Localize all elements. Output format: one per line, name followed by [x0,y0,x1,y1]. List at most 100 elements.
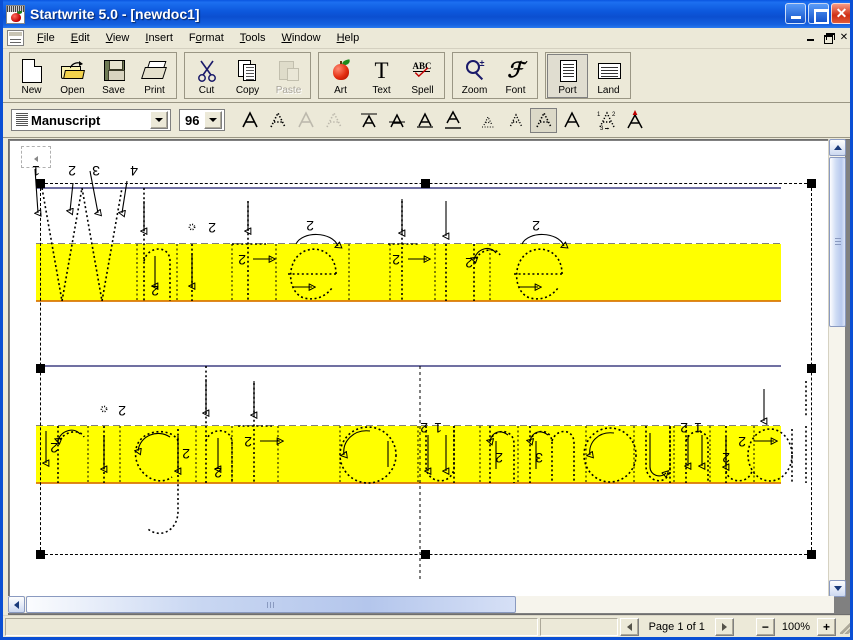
next-page-button[interactable] [714,617,734,636]
window-title: Startwrite 5.0 - [newdoc1] [30,6,200,22]
previous-page-icon [626,622,632,631]
baseline-button[interactable] [411,107,438,133]
font-size-dropdown-arrow[interactable] [204,111,222,129]
landscape-button[interactable]: Land [588,53,629,98]
letter-size-group [474,107,586,133]
resize-handle-top-left[interactable] [36,179,45,188]
letter-dotted-button[interactable] [264,107,291,133]
mdi-minimize-button[interactable] [802,30,818,45]
floppy-disk-icon [100,58,128,84]
resize-handle-top-center[interactable] [421,179,430,188]
stroke-numbers-button[interactable]: 1 2 3 [593,107,620,133]
menu-item-insert[interactable]: Insert [137,30,181,46]
mdi-restore-button[interactable] [819,30,835,45]
dotted-a-icon [269,111,286,128]
size-medium-button[interactable] [502,107,529,133]
toolbar-group-edit: Cut Copy Paste [184,52,311,99]
menu-item-edit[interactable]: Edit [63,30,98,46]
text-object-selection[interactable] [36,179,816,559]
resize-grip-icon[interactable] [840,619,850,634]
letter-gray-dotted-button[interactable] [320,107,347,133]
document-icon[interactable] [7,30,24,46]
svg-text:1: 1 [597,112,601,118]
save-button[interactable]: Save [93,53,134,98]
solid-a-icon [241,111,258,128]
minimize-button[interactable] [785,3,806,24]
scroll-up-button[interactable] [829,139,846,156]
text-button[interactable]: T Text [361,53,402,98]
art-button[interactable]: Art [320,53,361,98]
size-solid-button[interactable] [558,107,585,133]
scroll-left-button[interactable] [8,596,25,613]
size-small-button[interactable] [474,107,501,133]
font-family-dropdown-arrow[interactable] [150,111,168,129]
status-blank-panel [539,617,618,636]
zoom-button[interactable]: ± Zoom [454,53,495,98]
copy-button[interactable]: Copy [227,53,268,98]
spell-check-icon: ABC [409,58,437,84]
letter-gray-button[interactable] [292,107,319,133]
guideline-group [355,107,467,133]
font-size-value: 96 [185,112,200,128]
resize-handle-middle-right[interactable] [807,364,816,373]
zoom-out-button[interactable]: − [755,617,775,636]
document-viewport[interactable]: 1 2 3 4 2 2 2 2 2 2 2 2 2 2 2 2 2 1 2 3 … [8,139,850,615]
zoom-in-button[interactable]: + [817,617,836,636]
format-toolbar: Manuscript 96 1 2 3 [3,103,850,138]
font-button[interactable]: ℱ Font [495,53,536,98]
portrait-button[interactable]: Port [547,53,588,98]
toolbar-group-view: ± Zoom ℱ Font [452,52,538,99]
vertical-scrollbar[interactable] [828,139,846,597]
numbered-strokes-a-icon: 1 2 3 [597,111,616,131]
paste-button[interactable]: Paste [268,53,309,98]
descender-line-button[interactable] [439,107,466,133]
scissors-icon [193,58,221,84]
large-solid-a-icon [563,111,580,128]
font-family-combo[interactable]: Manuscript [11,109,171,131]
menu-item-help[interactable]: Help [329,30,368,46]
application-window: Startwrite 5.0 - [newdoc1] ✕ FFileile Ed… [0,0,853,640]
copy-pages-icon [234,58,262,84]
vertical-scroll-thumb[interactable] [829,157,846,327]
resize-handle-bottom-right[interactable] [807,550,816,559]
mdi-window-controls: ✕ [802,30,850,45]
letter-solid-button[interactable] [236,107,263,133]
start-dot-button[interactable] [621,107,648,133]
midline-button[interactable] [383,107,410,133]
startwrite-apple-icon [6,4,25,24]
menu-item-view[interactable]: View [98,30,138,46]
status-message [5,617,538,636]
previous-page-button[interactable] [619,617,639,636]
a-midline-icon [388,113,405,128]
new-button[interactable]: New [11,53,52,98]
cut-button[interactable]: Cut [186,53,227,98]
open-button[interactable]: Open [52,53,93,98]
close-button[interactable]: ✕ [831,3,850,24]
size-large-button[interactable] [530,107,557,133]
topline-button[interactable] [355,107,382,133]
a-overline-icon [360,113,377,128]
gray-dotted-a-icon [325,111,342,128]
print-button[interactable]: Print [134,53,175,98]
menu-item-file[interactable]: FFileile [29,30,63,46]
scroll-down-button[interactable] [829,580,846,597]
resize-handle-top-right[interactable] [807,179,816,188]
next-page-icon [721,622,727,631]
document-page[interactable]: 1 2 3 4 2 2 2 2 2 2 2 2 2 2 2 2 2 1 2 3 … [10,141,834,596]
resize-handle-middle-left[interactable] [36,364,45,373]
horizontal-scroll-thumb[interactable] [26,596,516,613]
menu-item-format[interactable]: Format [181,30,232,46]
menu-item-tools[interactable]: Tools [232,30,274,46]
small-dotted-a-icon [481,115,494,128]
horizontal-scrollbar[interactable] [8,596,834,613]
resize-handle-bottom-center[interactable] [421,550,430,559]
maximize-button[interactable] [808,3,829,24]
menu-item-window[interactable]: Window [273,30,328,46]
font-family-value: Manuscript [31,112,101,128]
window-controls: ✕ [785,3,850,24]
svg-text:3: 3 [600,126,604,131]
resize-handle-bottom-left[interactable] [36,550,45,559]
mdi-close-button[interactable]: ✕ [836,30,850,45]
font-size-combo[interactable]: 96 [179,109,225,131]
spell-button[interactable]: ABC Spell [402,53,443,98]
